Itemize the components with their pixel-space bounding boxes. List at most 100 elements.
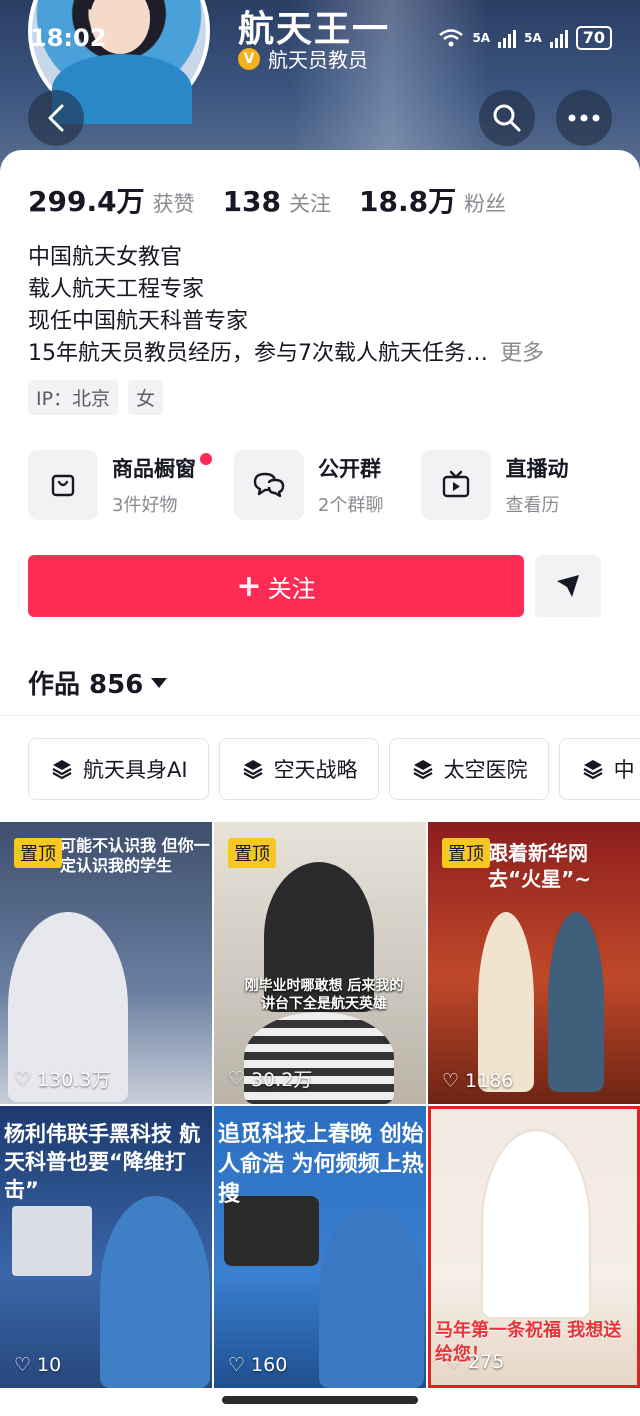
more-dots-icon — [568, 114, 600, 122]
works-tab[interactable]: 作品 856 — [28, 664, 168, 701]
bio-line: 15年航天员教员经历，参与7次载人航天任务… — [28, 341, 488, 366]
heart-icon: ♡ — [445, 1351, 463, 1373]
profile-bio[interactable]: 中国航天女教官 载人航天工程专家 现任中国航天科普专家 15年航天员教员经历，参… — [28, 242, 618, 370]
heart-icon: ♡ — [228, 1354, 246, 1376]
signal-icon-2 — [549, 28, 568, 48]
video-thumbnail[interactable]: 置顶 可能不认识我 但你一定认识我的学生 ♡ 130.3万 — [0, 822, 212, 1104]
collection-label: 航天具身AI — [83, 758, 188, 782]
send-message-button[interactable] — [535, 555, 601, 617]
ip-location-tag: IP：北京 — [28, 380, 119, 415]
heart-icon: ♡ — [442, 1070, 460, 1092]
status-time: 18:02 — [30, 24, 107, 52]
plus-icon: + — [236, 568, 262, 604]
video-thumbnail[interactable]: 马年第一条祝福 我想送给您！ ♡ 275 — [428, 1106, 640, 1388]
video-likes-count: 1186 — [465, 1070, 514, 1092]
video-person — [478, 912, 534, 1092]
video-likes: ♡ 130.3万 — [14, 1065, 110, 1092]
video-person — [481, 1129, 591, 1319]
collection-chip[interactable]: 空天战略 — [218, 738, 379, 800]
stat-likes[interactable]: 299.4万 获赞 — [28, 180, 195, 220]
collection-label: 空天战略 — [273, 758, 358, 782]
video-grid: 置顶 可能不认识我 但你一定认识我的学生 ♡ 130.3万 置顶 刚毕业时哪敢想 … — [0, 822, 640, 1388]
signal-icon-1 — [498, 28, 517, 48]
stat-following[interactable]: 138 关注 — [223, 185, 331, 218]
bio-line: 载人航天工程专家 — [28, 277, 205, 302]
video-likes: ♡ 30.2万 — [228, 1065, 312, 1092]
pinned-badge: 置顶 — [228, 838, 276, 868]
paper-plane-icon — [557, 575, 579, 597]
pinned-badge: 置顶 — [442, 838, 490, 868]
video-thumbnail[interactable]: 置顶 跟着新华网 去“火星”~ ♡ 1186 — [428, 822, 640, 1104]
bio-line: 现任中国航天科普专家 — [28, 309, 249, 334]
video-likes-count: 30.2万 — [251, 1069, 313, 1091]
network-label-1: 5A — [472, 31, 491, 45]
stat-followers-value: 18.8万 — [359, 185, 457, 218]
gender-tag: 女 — [128, 380, 164, 415]
collections-row: 航天具身AI 空天战略 太空医院 中 — [28, 738, 640, 800]
layers-icon — [243, 760, 263, 780]
video-thumbnail[interactable]: 置顶 刚毕业时哪敢想 后来我的讲台下全是航天英雄 ♡ 30.2万 — [214, 822, 426, 1104]
follow-button[interactable]: + 关注 — [28, 555, 524, 617]
tv-icon — [421, 450, 492, 520]
heart-icon: ♡ — [14, 1354, 32, 1376]
live-replay-subtitle: 查看历 — [505, 495, 560, 516]
video-thumbnail[interactable]: 追觅科技上春晚 创始人俞浩 为何频频上热搜 ♡ 160 — [214, 1106, 426, 1388]
shop-window-title: 商品橱窗 — [112, 457, 196, 481]
video-likes: ♡ 160 — [228, 1354, 287, 1376]
public-group-subtitle: 2个群聊 — [318, 495, 384, 516]
caret-down-icon — [151, 677, 168, 688]
collection-chip[interactable]: 航天具身AI — [28, 738, 209, 800]
profile-tags: IP：北京 女 — [28, 380, 164, 415]
home-indicator[interactable] — [222, 1396, 418, 1404]
wifi-icon — [439, 29, 464, 47]
stat-following-label: 关注 — [289, 192, 332, 216]
video-likes-count: 10 — [37, 1354, 62, 1376]
layers-icon — [583, 760, 603, 780]
collection-label: 中 — [613, 758, 635, 782]
chat-bubbles-icon — [234, 450, 304, 520]
live-replay-entry[interactable]: 直播动 查看历 — [421, 450, 568, 520]
pinned-badge: 置顶 — [14, 838, 62, 868]
bio-more-link[interactable]: 更多 — [500, 341, 544, 366]
stat-followers[interactable]: 18.8万 粉丝 — [359, 180, 506, 220]
heart-icon: ♡ — [14, 1067, 32, 1090]
collection-label: 太空医院 — [443, 758, 528, 782]
verified-badge: V 航天员教员 — [238, 44, 368, 73]
bio-line: 中国航天女教官 — [28, 245, 183, 270]
shop-window-subtitle: 3件好物 — [112, 495, 178, 516]
collection-chip[interactable]: 中 — [558, 738, 640, 800]
video-person — [548, 912, 604, 1092]
video-caption: 刚毕业时哪敢想 后来我的讲台下全是航天英雄 — [244, 978, 404, 1012]
stat-likes-value: 299.4万 — [28, 185, 145, 218]
back-button[interactable] — [28, 90, 84, 146]
video-caption: 杨利伟联手黑科技 航天科普也要“降维打击” — [4, 1122, 201, 1202]
video-caption: 追觅科技上春晚 创始人俞浩 为何频频上热搜 — [218, 1122, 424, 1207]
live-replay-title: 直播动 — [505, 457, 569, 481]
layers-icon — [52, 760, 72, 780]
search-icon — [493, 104, 521, 132]
video-caption: 可能不认识我 但你一定认识我的学生 — [60, 836, 210, 875]
shop-window-entry[interactable]: 商品橱窗 3件好物 — [28, 450, 212, 520]
video-likes: ♡ 10 — [14, 1354, 61, 1376]
stat-likes-label: 获赞 — [152, 192, 195, 216]
battery-icon: 70 — [575, 26, 612, 50]
status-icons: 5A 5A 70 — [438, 26, 612, 50]
more-button[interactable] — [556, 90, 612, 146]
collection-chip[interactable]: 太空医院 — [388, 738, 549, 800]
verified-title: 航天员教员 — [268, 48, 368, 72]
network-label-2: 5A — [524, 31, 542, 45]
verified-icon: V — [238, 47, 260, 70]
video-likes: ♡ 275 — [445, 1351, 504, 1373]
public-group-entry[interactable]: 公开群 2个群聊 — [234, 450, 383, 520]
video-person — [12, 1206, 92, 1276]
video-likes-count: 130.3万 — [37, 1069, 111, 1091]
layers-icon — [413, 760, 433, 780]
search-button[interactable] — [479, 90, 535, 146]
video-thumbnail[interactable]: 杨利伟联手黑科技 航天科普也要“降维打击” ♡ 10 — [0, 1106, 212, 1388]
video-likes: ♡ 1186 — [442, 1070, 513, 1092]
video-likes-count: 160 — [251, 1354, 288, 1376]
follow-button-label: 关注 — [267, 574, 316, 603]
public-group-title: 公开群 — [318, 457, 381, 481]
heart-icon: ♡ — [228, 1067, 246, 1090]
profile-stats: 299.4万 获赞 138 关注 18.8万 粉丝 — [28, 180, 534, 220]
